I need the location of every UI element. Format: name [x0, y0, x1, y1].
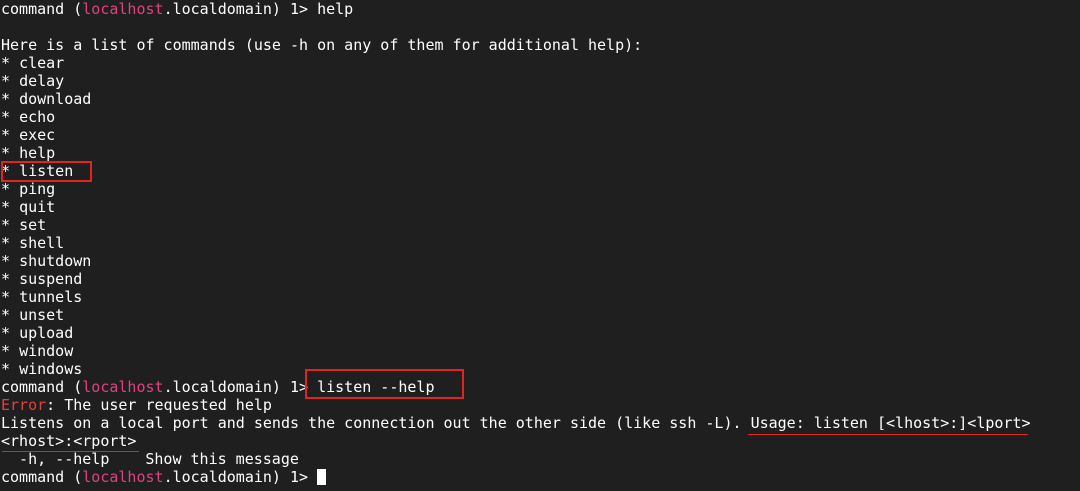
active-prompt-line[interactable]: command (localhost.localdomain) 1>	[1, 468, 327, 486]
command-list-item: * quit	[1, 198, 56, 216]
command-list-item: * exec	[1, 126, 56, 144]
command-list-item: * delay	[1, 72, 65, 90]
highlight-box-listen-command	[305, 369, 464, 399]
usage-text: Usage: listen [<lhost>:]<lport>	[750, 414, 1031, 432]
command-list-item: * tunnels	[1, 288, 83, 306]
description-line: Listens on a local port and sends the co…	[1, 414, 1031, 432]
description-text: Listens on a local port and sends the co…	[1, 414, 751, 432]
error-label: Error	[1, 396, 47, 414]
help-header: Here is a list of commands (use -h on an…	[1, 36, 643, 54]
highlight-box-listen-item	[1, 161, 92, 182]
terminal-window[interactable]: command (localhost.localdomain) 1> help …	[0, 0, 1080, 491]
prompt-prefix: command (	[1, 0, 83, 18]
prompt-suffix: .localdomain) 1>	[163, 0, 318, 18]
option-line: -h, --help Show this message	[1, 450, 299, 468]
error-line: Error: The user requested help	[1, 396, 272, 414]
text-cursor	[317, 469, 327, 485]
prompt-host: localhost	[82, 0, 164, 18]
prompt-line: command (localhost.localdomain) 1> help	[1, 0, 353, 18]
command-list-item: * upload	[1, 324, 74, 342]
command-list-item: * windows	[1, 360, 83, 378]
command-list-item: * echo	[1, 108, 56, 126]
usage-continuation: <rhost>:<rport>	[1, 432, 137, 450]
command-list-item: * set	[1, 216, 47, 234]
command-list-item: * shutdown	[1, 252, 92, 270]
command-list-item: * window	[1, 342, 74, 360]
command-list-item: * ping	[1, 180, 56, 198]
command-list-item: * unset	[1, 306, 65, 324]
error-message: : The user requested help	[46, 396, 272, 414]
command-list-item: * shell	[1, 234, 65, 252]
underline-usage-cont	[2, 451, 139, 452]
command-list-item: * suspend	[1, 270, 83, 288]
typed-command: help	[317, 0, 354, 18]
option-description: Show this message	[145, 450, 299, 468]
command-list-item: * clear	[1, 54, 65, 72]
underline-usage	[748, 434, 1028, 435]
command-list-item: * help	[1, 144, 56, 162]
command-list-item: * download	[1, 90, 92, 108]
option-flags: -h, --help	[1, 450, 110, 468]
